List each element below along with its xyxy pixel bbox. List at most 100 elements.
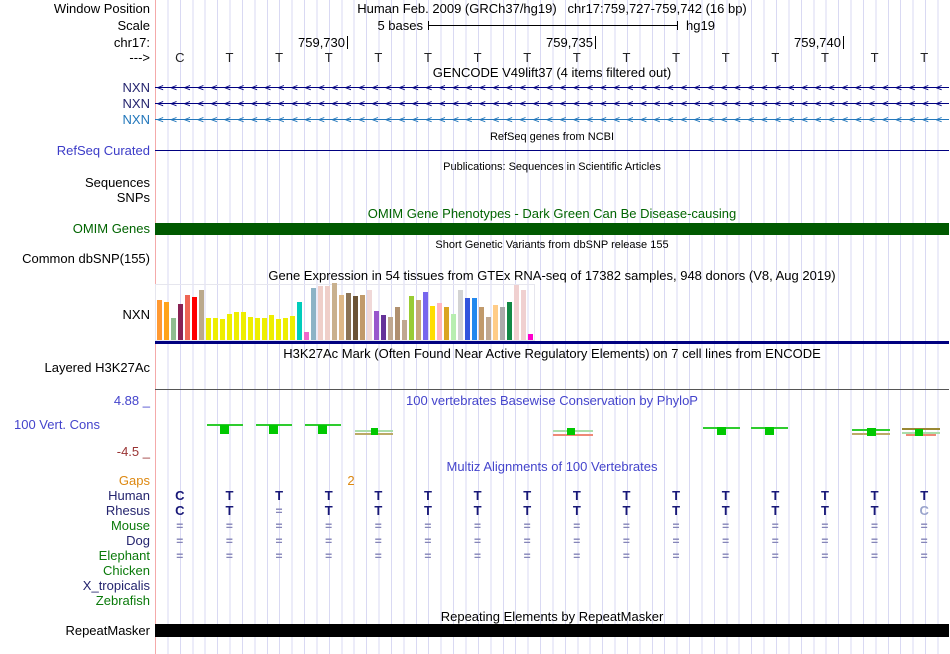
species-label-rhesus[interactable]: Rhesus bbox=[0, 504, 150, 518]
alignment-gap-mark: = bbox=[226, 549, 233, 563]
gtex-bar bbox=[325, 286, 330, 340]
gtex-bar bbox=[220, 319, 225, 340]
alignment-gap-mark: = bbox=[573, 534, 580, 548]
alignment-base: T bbox=[871, 504, 879, 518]
gencode-item-label-nxn-2[interactable]: NXN bbox=[0, 97, 150, 111]
publications-track-header[interactable]: Publications: Sequences in Scientific Ar… bbox=[155, 161, 949, 173]
gtex-bar bbox=[409, 296, 414, 340]
alignment-gap-mark: = bbox=[424, 519, 431, 533]
gtex-barchart[interactable] bbox=[155, 284, 535, 341]
gtex-bar bbox=[507, 302, 512, 340]
alignment-base: T bbox=[225, 504, 233, 518]
base-letter: T bbox=[920, 51, 928, 64]
sequences-label[interactable]: Sequences bbox=[0, 176, 150, 190]
base-letter: T bbox=[771, 51, 779, 64]
refseq-curated-label[interactable]: RefSeq Curated bbox=[0, 144, 150, 158]
gtex-bar bbox=[430, 306, 435, 340]
gtex-bar bbox=[465, 298, 470, 340]
phylop-track-header[interactable]: 100 vertebrates Basewise Conservation by… bbox=[155, 394, 949, 408]
phylop-bar bbox=[220, 425, 229, 434]
layered-h3k27ac-label[interactable]: Layered H3K27Ac bbox=[0, 361, 150, 375]
gtex-bar bbox=[255, 318, 260, 340]
gtex-track-header[interactable]: Gene Expression in 54 tissues from GTEx … bbox=[155, 269, 949, 283]
omim-track-header[interactable]: OMIM Gene Phenotypes - Dark Green Can Be… bbox=[155, 207, 949, 221]
gtex-bar bbox=[528, 334, 533, 340]
alignment-base: T bbox=[871, 489, 879, 503]
refseq-track-header[interactable]: RefSeq genes from NCBI bbox=[155, 131, 949, 143]
alignment-gap-mark: = bbox=[821, 534, 828, 548]
ruler-tick-mark bbox=[843, 36, 844, 49]
dbsnp-track-header[interactable]: Short Genetic Variants from dbSNP releas… bbox=[155, 239, 949, 251]
alignment-gap-mark: = bbox=[276, 519, 283, 533]
base-letter: T bbox=[424, 51, 432, 64]
alignment-gap-mark: = bbox=[722, 534, 729, 548]
gtex-bar bbox=[346, 293, 351, 340]
gtex-bar bbox=[451, 314, 456, 340]
alignment-gap-mark: = bbox=[176, 549, 183, 563]
snps-label[interactable]: SNPs bbox=[0, 191, 150, 205]
alignment-gap-mark: = bbox=[176, 534, 183, 548]
genome-browser-image: Window Position Human Feb. 2009 (GRCh37/… bbox=[0, 0, 950, 654]
gtex-bar bbox=[262, 318, 267, 340]
gtex-bar bbox=[521, 290, 526, 340]
species-label-dog[interactable]: Dog bbox=[0, 534, 150, 548]
base-letter: T bbox=[871, 51, 879, 64]
species-label-human[interactable]: Human bbox=[0, 489, 150, 503]
gencode-item-label-nxn-1[interactable]: NXN bbox=[0, 81, 150, 95]
refseq-curated-item[interactable] bbox=[155, 150, 949, 151]
alignment-base: T bbox=[325, 489, 333, 503]
alignment-gap-mark: = bbox=[921, 534, 928, 548]
strand-label: ---> bbox=[0, 51, 150, 65]
alignment-base: T bbox=[374, 504, 382, 518]
alignment-base: T bbox=[225, 489, 233, 503]
alignment-gap-mark: = bbox=[276, 534, 283, 548]
base-letter: T bbox=[374, 51, 382, 64]
repeatmasker-label[interactable]: RepeatMasker bbox=[0, 624, 150, 638]
gtex-bar bbox=[514, 285, 519, 340]
alignment-base: T bbox=[523, 504, 531, 518]
assembly-position-title: Human Feb. 2009 (GRCh37/hg19) chr17:759,… bbox=[155, 2, 949, 16]
omim-genes-label[interactable]: OMIM Genes bbox=[0, 222, 150, 236]
alignment-gap-mark: = bbox=[673, 534, 680, 548]
gtex-bar bbox=[157, 300, 162, 340]
alignment-gap-mark: = bbox=[921, 549, 928, 563]
gencode-track-header[interactable]: GENCODE V49lift37 (4 items filtered out) bbox=[155, 66, 949, 80]
gtex-bar bbox=[437, 303, 442, 340]
alignment-base: T bbox=[722, 504, 730, 518]
h3k27ac-track-header[interactable]: H3K27Ac Mark (Often Found Near Active Re… bbox=[155, 347, 949, 361]
repeatmasker-track-header[interactable]: Repeating Elements by RepeatMasker bbox=[155, 610, 949, 624]
species-label-chicken[interactable]: Chicken bbox=[0, 564, 150, 578]
repeatmasker-item[interactable] bbox=[155, 624, 949, 637]
alignment-base: C bbox=[919, 504, 928, 518]
gaps-label[interactable]: Gaps bbox=[0, 474, 150, 488]
species-label-x_tropicalis[interactable]: X_tropicalis bbox=[0, 579, 150, 593]
base-letter: T bbox=[474, 51, 482, 64]
omim-gene-item[interactable] bbox=[155, 223, 949, 235]
alignment-base: T bbox=[374, 489, 382, 503]
window-position-label: Window Position bbox=[0, 2, 150, 16]
gtex-bar bbox=[374, 311, 379, 340]
species-label-elephant[interactable]: Elephant bbox=[0, 549, 150, 563]
alignment-base: T bbox=[573, 504, 581, 518]
alignment-base: C bbox=[175, 504, 184, 518]
multiz-track-header[interactable]: Multiz Alignments of 100 Vertebrates bbox=[155, 460, 949, 474]
base-letter: T bbox=[821, 51, 829, 64]
scale-bar bbox=[428, 25, 677, 26]
phylop-bar bbox=[867, 428, 876, 436]
gencode-item-label-nxn-3[interactable]: NXN bbox=[0, 113, 150, 127]
alignment-base: T bbox=[275, 489, 283, 503]
species-label-mouse[interactable]: Mouse bbox=[0, 519, 150, 533]
alignment-gap-mark: = bbox=[871, 519, 878, 533]
gtex-bar bbox=[192, 297, 197, 340]
alignment-base: T bbox=[424, 504, 432, 518]
species-label-zebrafish[interactable]: Zebrafish bbox=[0, 594, 150, 608]
scale-bar-right-tick bbox=[677, 21, 678, 30]
gtex-bar bbox=[486, 317, 491, 340]
gtex-bar bbox=[479, 307, 484, 340]
alignment-gap-mark: = bbox=[524, 549, 531, 563]
gtex-gene-label[interactable]: NXN bbox=[0, 308, 150, 322]
phylop-track-label[interactable]: 100 Vert. Cons bbox=[14, 418, 100, 432]
alignment-gap-mark: = bbox=[474, 534, 481, 548]
gtex-bar bbox=[500, 307, 505, 340]
common-dbsnp-label[interactable]: Common dbSNP(155) bbox=[0, 252, 150, 266]
